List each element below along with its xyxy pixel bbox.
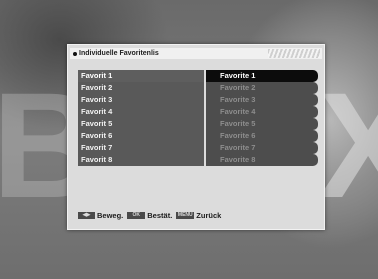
menu-title-bar: Individuelle Favoritenlis [70,48,322,59]
favorite-row-3[interactable]: Favorit 3 Favorite 3 [78,94,318,106]
favorite-label: Favorit 6 [78,130,204,142]
favorite-name-field[interactable]: Favorite 6 [206,130,318,142]
favorite-name-field[interactable]: Favorite 5 [206,118,318,130]
favorite-row-4[interactable]: Favorit 4 Favorite 4 [78,106,318,118]
favorite-label: Favorit 1 [78,70,204,82]
arrow-keys-icon: ◀▶ [78,211,95,219]
menu-title: Individuelle Favoritenlis [79,50,159,57]
favorite-name-field[interactable]: Favorite 1 [206,70,318,82]
favorite-row-5[interactable]: Favorit 5 Favorite 5 [78,118,318,130]
favorite-label: Favorit 4 [78,106,204,118]
title-bullet-icon [73,51,77,56]
favorite-row-2[interactable]: Favorit 2 Favorite 2 [78,82,318,94]
favorite-row-8[interactable]: Favorit 8 Favorite 8 [78,154,318,166]
favorite-name-field[interactable]: Favorite 7 [206,142,318,154]
favorites-list: Favorit 1 Favorite 1 Favorit 2 Favorite … [78,70,318,166]
favorite-name-field[interactable]: Favorite 4 [206,106,318,118]
ok-key-icon: OK [127,211,146,219]
favorite-row-6[interactable]: Favorit 6 Favorite 6 [78,130,318,142]
confirm-hint: Bestät. [147,210,173,220]
title-decoration [268,49,320,58]
tv-screen: B X Individuelle Favoritenlis Favorit 1 … [0,0,378,279]
favorite-label: Favorit 8 [78,154,204,166]
move-hint: Beweg. [97,210,124,220]
favorite-row-7[interactable]: Favorit 7 Favorite 7 [78,142,318,154]
favorite-name-field[interactable]: Favorite 2 [206,82,318,94]
background-letter-x: X [318,61,378,229]
favorite-label: Favorit 3 [78,94,204,106]
favorite-row-1[interactable]: Favorit 1 Favorite 1 [78,70,318,82]
favorite-label: Favorit 5 [78,118,204,130]
favorite-name-field[interactable]: Favorite 8 [206,154,318,166]
favorite-label: Favorit 2 [78,82,204,94]
favorites-menu-panel: Individuelle Favoritenlis Favorit 1 Favo… [67,44,325,230]
favorite-name-field[interactable]: Favorite 3 [206,94,318,106]
favorite-label: Favorit 7 [78,142,204,154]
menu-key-icon: MENU [176,211,195,219]
back-hint: Zurück [196,210,222,220]
key-legend: ◀▶ Beweg. OK Bestät. MENU Zurück [78,210,221,220]
